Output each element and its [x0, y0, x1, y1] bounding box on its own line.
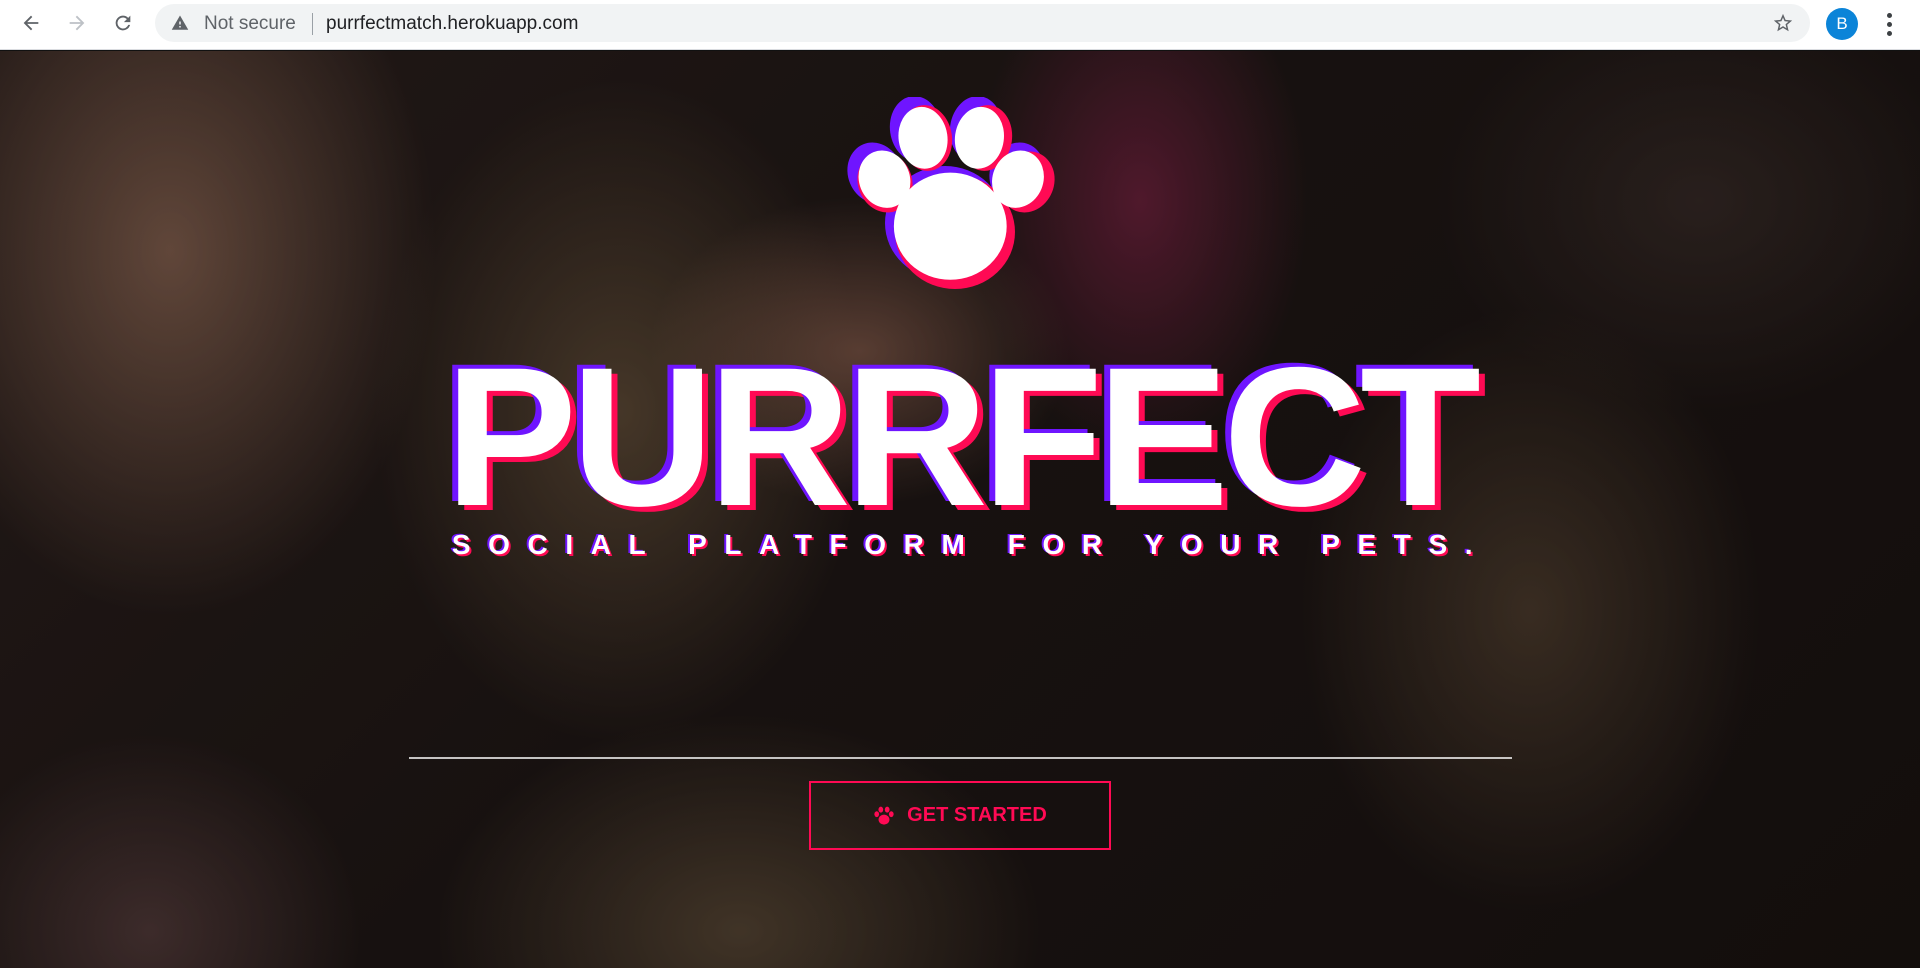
profile-initial: B [1836, 14, 1848, 33]
forward-button[interactable] [57, 3, 97, 43]
address-bar[interactable]: Not secure purrfectmatch.herokuapp.com [155, 4, 1810, 42]
hero-section: PURRFECT SOCIAL PLATFORM FOR YOUR PETS. … [0, 51, 1920, 968]
section-divider [409, 757, 1512, 759]
get-started-label: GET STARTED [907, 804, 1047, 826]
arrow-left-icon [23, 15, 39, 31]
security-label[interactable]: Not secure [204, 13, 296, 35]
omnibox-divider [312, 13, 313, 35]
profile-avatar[interactable]: B [1826, 8, 1858, 40]
brand-title: PURRFECT [445, 326, 1481, 547]
paw-icon [874, 806, 894, 825]
reload-button[interactable] [103, 3, 143, 43]
paw-icon [838, 97, 1063, 289]
browser-toolbar: Not secure purrfectmatch.herokuapp.com B [0, 0, 1920, 50]
warning-triangle-icon[interactable] [171, 14, 189, 32]
back-button[interactable] [11, 3, 51, 43]
url-text[interactable]: purrfectmatch.herokuapp.com [326, 13, 578, 35]
menu-dot [1886, 12, 1892, 18]
arrow-right-icon [69, 15, 85, 31]
menu-dot [1886, 21, 1892, 27]
star-outline-icon[interactable] [1772, 12, 1794, 34]
kebab-menu-icon[interactable] [1878, 8, 1900, 40]
brand-tagline: SOCIAL PLATFORM FOR YOUR PETS. [451, 529, 1491, 560]
menu-dot [1886, 30, 1892, 36]
get-started-button[interactable]: GET STARTED [809, 781, 1111, 850]
reload-icon [115, 15, 131, 31]
